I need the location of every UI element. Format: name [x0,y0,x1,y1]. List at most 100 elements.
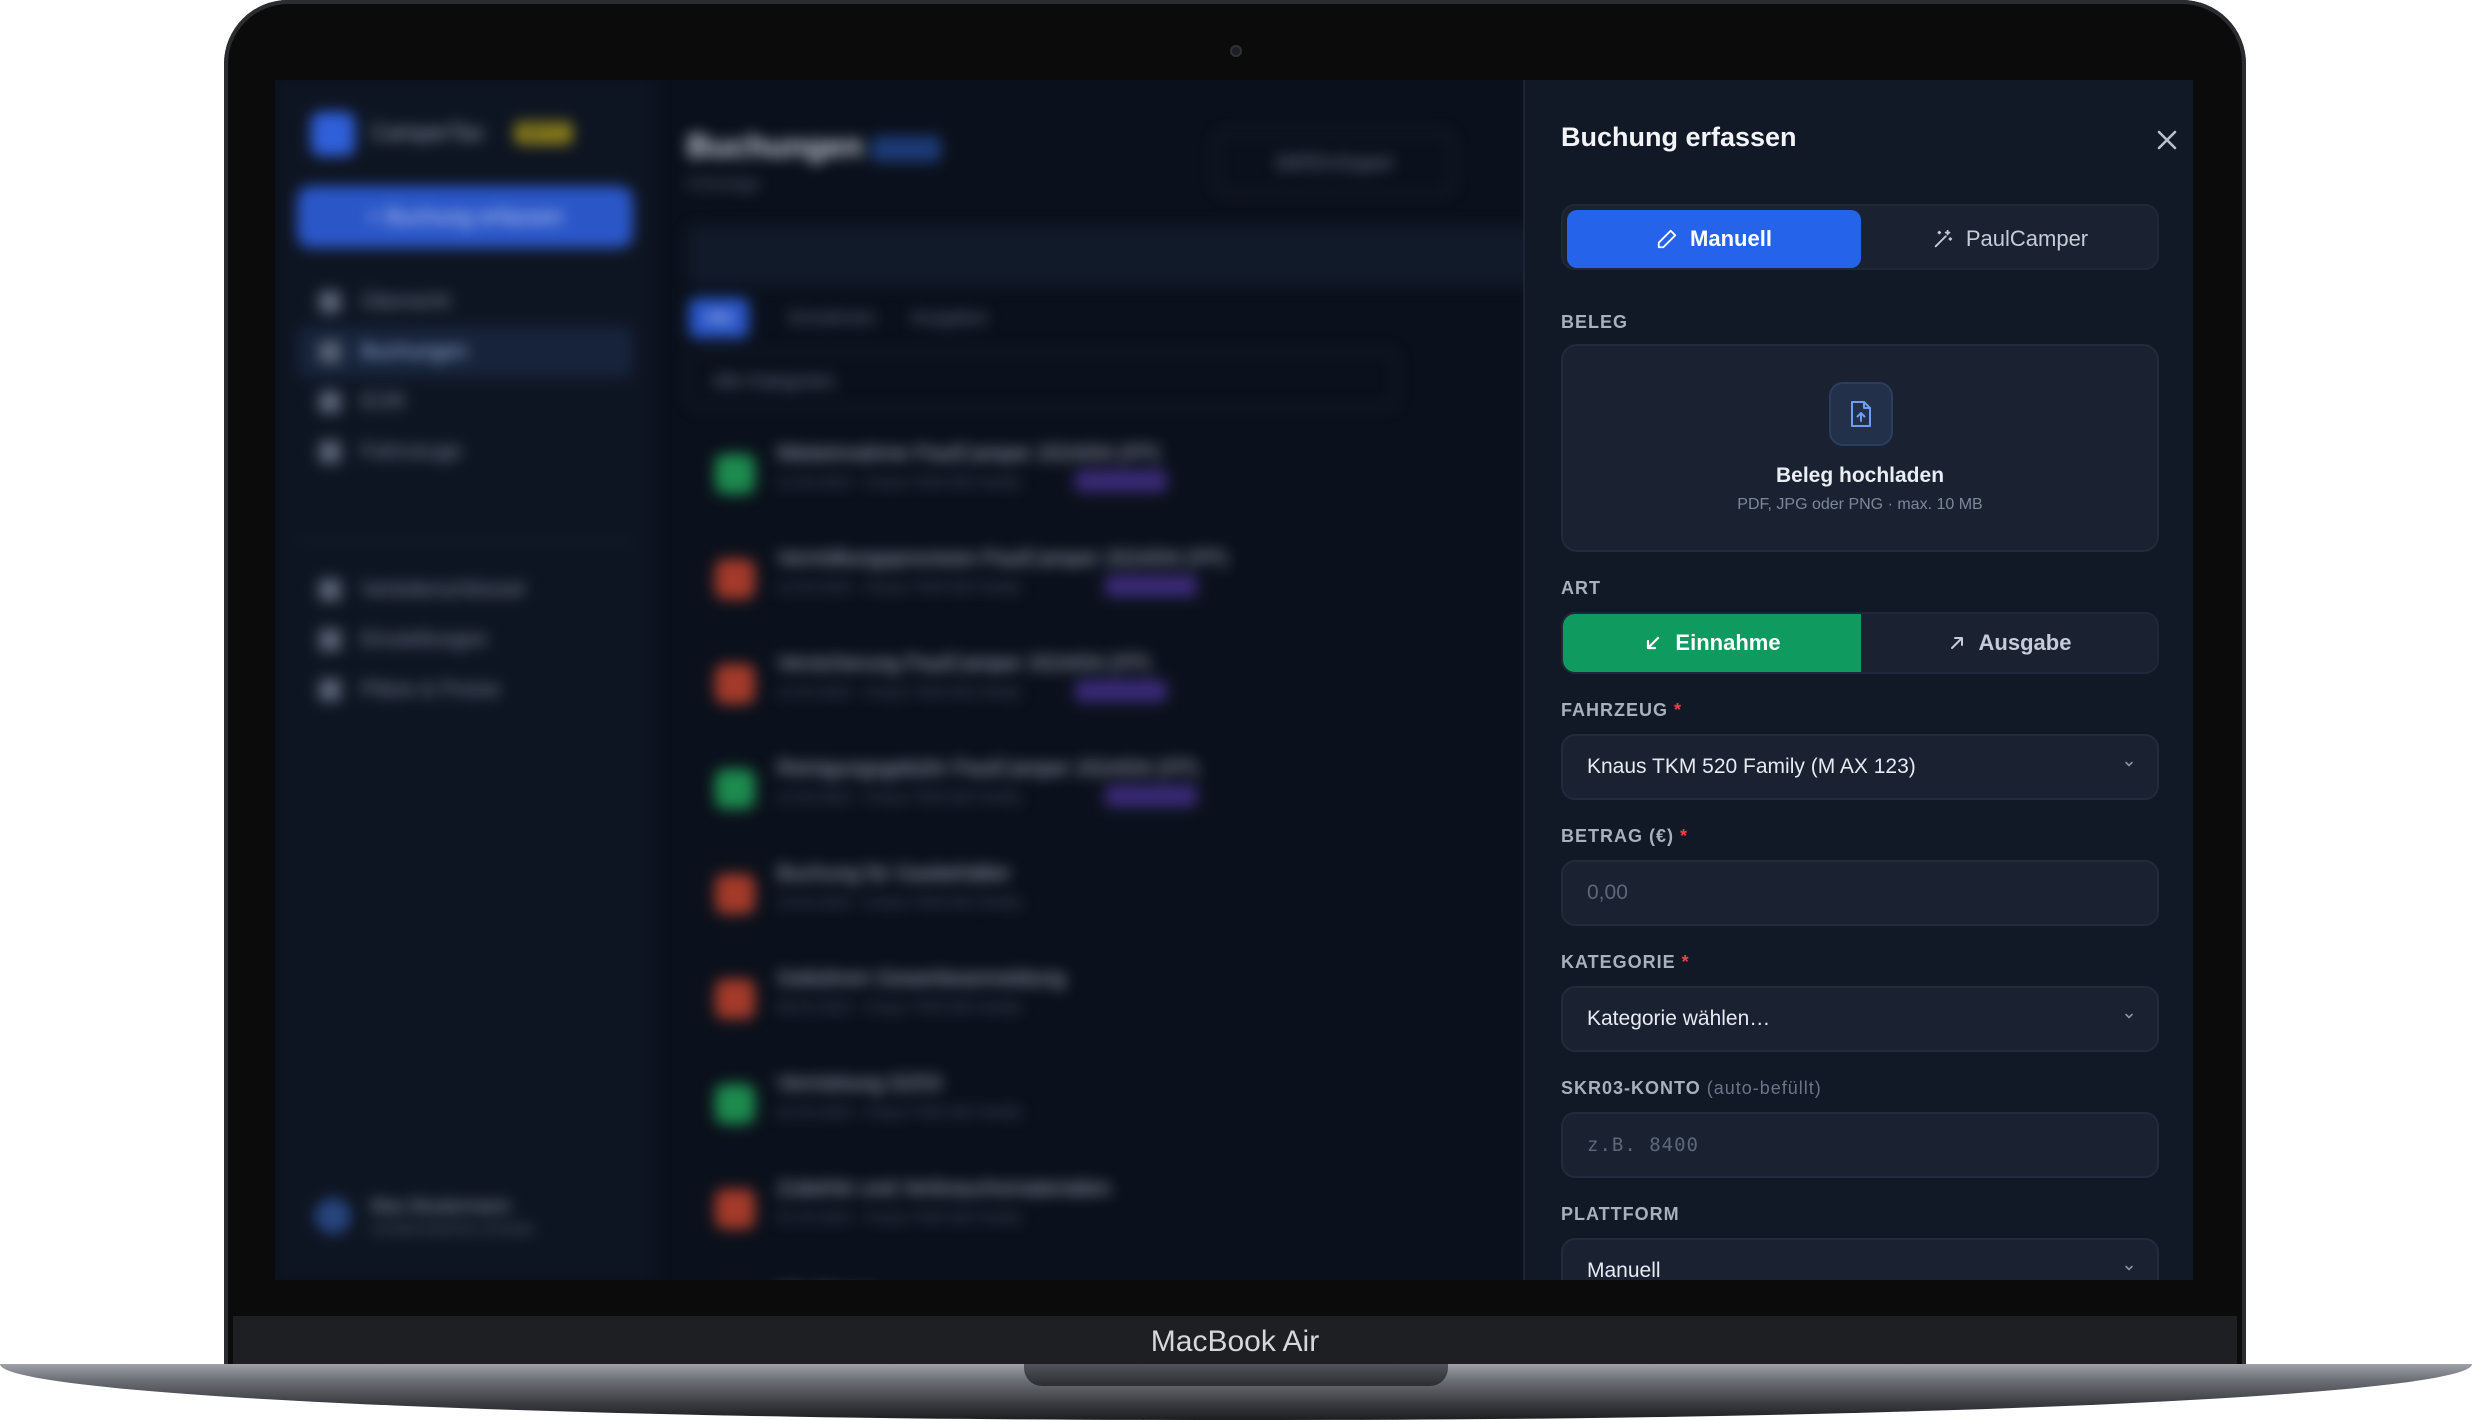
row-type-icon [715,769,755,809]
model-label: MacBook Air [1150,1325,1320,1358]
row-meta: 02.04.2024 · Knaus TKM 520 Family [777,1104,1022,1121]
file-upload-icon [1829,382,1893,446]
list-icon [319,341,341,364]
new-booking-button[interactable]: + Buchung erfassen [297,186,633,248]
sidebar-item-pricing[interactable]: Pläne & Preise [297,664,633,716]
export-button[interactable]: DATEV-Export [1215,132,1453,194]
account-label-text: SKR03-KONTO [1561,1078,1701,1098]
sidebar: CamperTax BETA + Buchung erfassen Übersi… [275,80,655,1280]
row-type-icon [715,454,755,494]
vehicle-select[interactable]: Knaus TKM 520 Family (M AX 123) [1561,734,2159,800]
webcam [1230,45,1242,57]
vehicle-icon [319,441,341,464]
type-expense-label: Ausgabe [1978,630,2072,655]
type-income-label: Einnahme [1675,630,1781,655]
key-icon [319,579,341,602]
tab-all[interactable]: Alle [689,298,750,338]
platform-tag [1105,785,1197,807]
sidebar-item-eur[interactable]: EÜR [297,376,633,428]
receipt-upload-dropzone[interactable]: Beleg hochladen PDF, JPG oder PNG · max.… [1561,344,2159,552]
platform-tag [1075,680,1167,702]
tab-expenses[interactable]: Ausgaben [895,298,1004,338]
row-title: Mieteinnahme PaulCamper 2024/04 (FP) [777,442,1160,465]
type-income-button[interactable]: Einnahme [1563,614,1861,672]
screen: CamperTax BETA + Buchung erfassen Übersi… [275,80,2193,1280]
platform-tag [1105,575,1197,597]
row-title: Reinigungsgebühr PaulCamper 2024/04 (FP) [777,757,1199,780]
row-type-icon [715,559,755,599]
tab-manual[interactable]: Manuell [1567,210,1861,268]
sidebar-item-label: Pläne & Preise [361,678,500,701]
tab-income[interactable]: Einnahmen [773,298,891,338]
account-label: SKR03-KONTO (auto-befüllt) [1561,1078,1822,1099]
amount-input[interactable]: 0,00 [1561,860,2159,926]
platform-tag [1075,470,1167,492]
tab-paulcamper[interactable]: PaulCamper [1863,210,2157,268]
close-icon [2157,130,2177,150]
row-type-icon [715,979,755,1019]
avatar [315,1198,351,1234]
category-label-text: KATEGORIE [1561,952,1676,972]
row-title: Gebühren Gewerbeanmeldung [777,967,1066,990]
platform-select[interactable]: Manuell [1561,1238,2159,1280]
sidebar-item-settings[interactable]: Einstellungen [297,614,633,666]
mode-switch: Manuell PaulCamper [1561,204,2159,270]
category-select[interactable]: Kategorie wählen… [1561,986,2159,1052]
chevron-down-icon [2125,1265,2133,1271]
arrow-down-left-icon [1647,636,1660,650]
laptop-hinge-notch [1024,1364,1448,1386]
amount-label-text: BETRAG (€) [1561,826,1674,846]
close-button[interactable] [2147,120,2187,160]
user-profile[interactable]: Max Mustermann max@campertax.example [315,1190,615,1240]
tab-paulcamper-label: PaulCamper [1965,226,2089,251]
sidebar-item-label: Übersicht [361,290,450,313]
required-mark: * [1674,700,1683,720]
row-meta: 01.04.2024 · Knaus TKM 520 Family [777,1209,1022,1226]
chevron-down-icon [2125,761,2133,767]
magic-wand-icon [1934,229,1953,248]
row-meta: 12.04.2024 · Knaus TKM 520 Family [777,789,1022,806]
sidebar-item-label: Fahrzeuge [361,440,462,463]
category-select-value: Kategorie wählen… [1587,1007,1771,1030]
row-title: Vermietung 02/03 [777,1072,942,1095]
type-label: ART [1561,578,1601,598]
row-type-icon [715,664,755,704]
sidebar-divider [297,540,633,542]
chevron-down-icon [2125,1013,2133,1019]
beta-badge: BETA [515,122,572,144]
account-input[interactable]: z.B. 8400 [1561,1112,2159,1178]
user-name: Max Mustermann [371,1196,511,1216]
vehicle-select-value: Knaus TKM 520 Family (M AX 123) [1587,755,1916,778]
chart-icon [319,391,341,414]
row-title: Vermittlungsprovision PaulCamper 2024/04… [777,547,1228,570]
account-hint: (auto-befüllt) [1706,1078,1822,1098]
row-meta: 08.04.2024 · Knaus TKM 520 Family [777,999,1022,1016]
category-label: KATEGORIE * [1561,952,1690,973]
sidebar-item-distribution[interactable]: Verteilerschlüssel [297,564,633,616]
drawer-title: Buchung erfassen [1561,122,1797,152]
sidebar-item-label: Buchungen [361,340,468,363]
row-meta: 10.04.2024 · Knaus TKM 520 Family [777,894,1022,911]
app-logo [311,112,355,156]
pencil-icon [1657,229,1677,249]
row-meta: 12.04.2024 · Knaus TKM 520 Family [777,474,1022,491]
booking-drawer: Buchung erfassen Manuell PaulCamper BELE… [1523,80,2193,1280]
category-filter[interactable]: Alle Kategorien [687,350,1397,408]
row-type-icon [715,1189,755,1229]
sidebar-item-bookings[interactable]: Buchungen [297,326,633,378]
platform-select-value: Manuell [1587,1259,1661,1280]
sidebar-item-label: EÜR [361,390,406,413]
user-email: max@campertax.example [371,1220,534,1236]
row-title: Buchung für Gasbehälter [777,862,1011,885]
type-switch: Einnahme Ausgabe [1561,612,2159,674]
sidebar-item-overview[interactable]: Übersicht [297,276,633,328]
page-title: Buchungen [687,128,863,164]
sidebar-item-vehicles[interactable]: Fahrzeuge [297,426,633,478]
upload-hint: PDF, JPG oder PNG · max. 10 MB [1737,496,1983,513]
count-badge [871,136,941,162]
type-expense-button[interactable]: Ausgabe [1861,614,2157,672]
arrow-up-right-icon [1950,637,1963,649]
tag-icon [319,679,341,702]
receipt-label: BELEG [1561,312,1629,332]
gear-icon [319,629,341,652]
